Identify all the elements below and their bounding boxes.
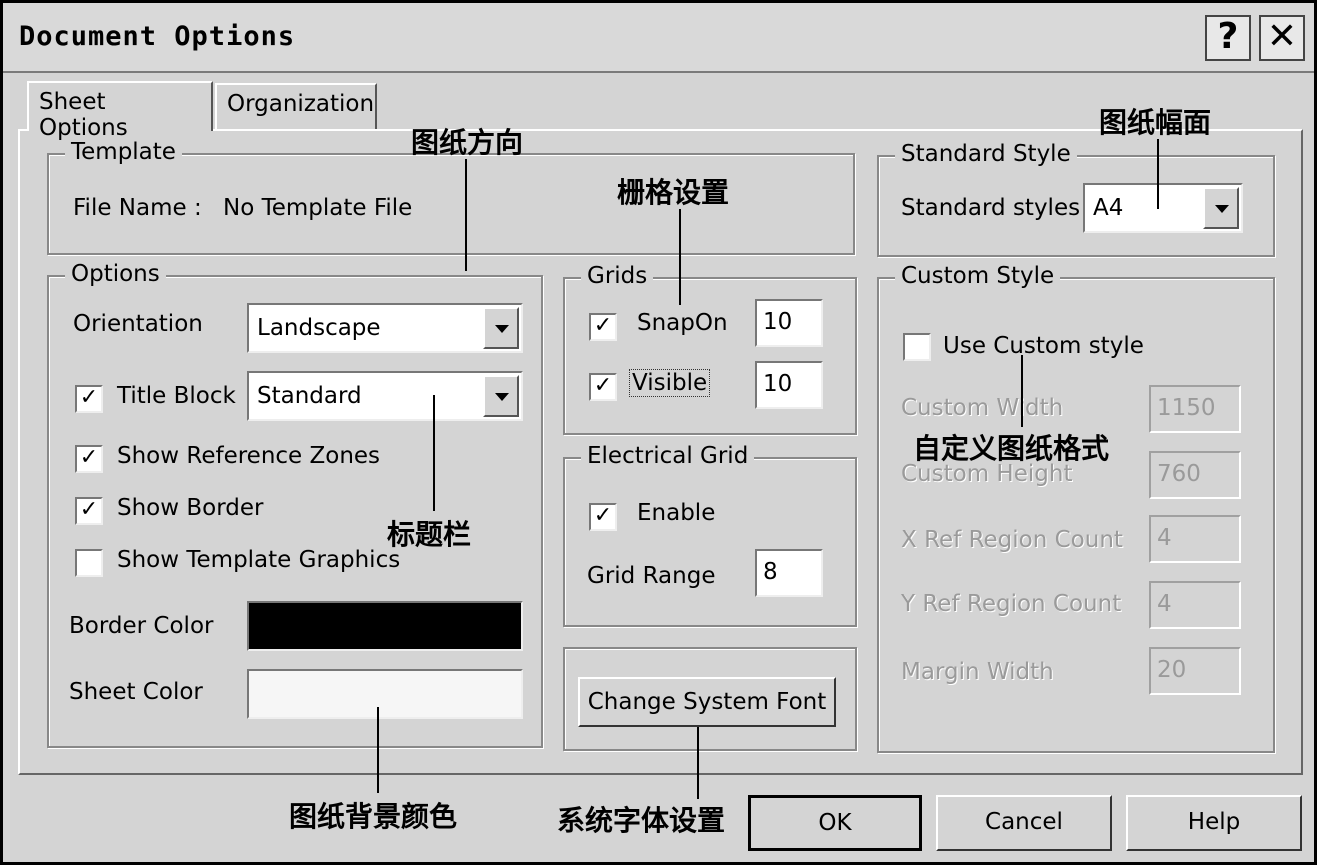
electrical-grid-group-title: Electrical Grid	[581, 443, 755, 469]
annotation-title-block: 标题栏	[387, 518, 472, 551]
annotation-grid-settings: 栅格设置	[617, 176, 730, 209]
custom-width-label: Custom Width	[901, 395, 1064, 421]
orientation-label: Orientation	[73, 311, 203, 337]
document-options-dialog: Document Options ? ✕ Organization Sheet …	[0, 0, 1317, 865]
margin-width-input[interactable]: 20	[1149, 647, 1241, 695]
chevron-down-icon[interactable]	[1203, 187, 1239, 229]
visible-label: Visible	[629, 369, 711, 397]
orientation-select[interactable]: Landscape	[247, 303, 523, 353]
show-template-graphics-label: Show Template Graphics	[117, 547, 401, 573]
standard-style-group-title: Standard Style	[895, 141, 1077, 167]
title-block-value: Standard	[257, 383, 362, 409]
close-icon[interactable]: ✕	[1259, 15, 1305, 61]
change-system-font-button[interactable]: Change System Font	[578, 677, 836, 727]
standard-styles-label: Standard styles	[901, 195, 1081, 221]
show-border-label: Show Border	[117, 495, 264, 521]
snap-on-input[interactable]: 10	[755, 299, 823, 347]
tab-sheet-options[interactable]: Sheet Options	[27, 81, 213, 141]
template-group-title: Template	[65, 139, 182, 165]
annotation-custom-format-line	[1021, 355, 1023, 427]
margin-width-label: Margin Width	[901, 659, 1054, 685]
electrical-grid-group: Electrical Grid	[563, 443, 857, 627]
annotation-custom-format: 自定义图纸格式	[913, 432, 1110, 465]
title-block-select[interactable]: Standard	[247, 371, 523, 421]
annotation-sheet-size: 图纸幅面	[1099, 106, 1212, 139]
border-color-label: Border Color	[69, 613, 214, 639]
use-custom-style-label: Use Custom style	[943, 333, 1144, 359]
grid-range-label: Grid Range	[587, 563, 716, 589]
custom-style-group-title: Custom Style	[895, 263, 1061, 289]
use-custom-style-checkbox[interactable]	[903, 333, 931, 361]
standard-styles-value: A4	[1093, 195, 1124, 221]
sheet-color-swatch[interactable]	[247, 669, 523, 719]
help-icon[interactable]: ?	[1205, 15, 1251, 61]
window-title: Document Options	[19, 21, 296, 52]
help-button[interactable]: Help	[1126, 795, 1302, 851]
border-color-swatch[interactable]	[247, 601, 523, 651]
snap-on-label: SnapOn	[637, 310, 728, 336]
custom-height-input[interactable]: 760	[1149, 451, 1241, 499]
show-border-checkbox[interactable]: ✓	[75, 497, 103, 525]
snap-on-checkbox[interactable]: ✓	[589, 313, 617, 341]
options-group-title: Options	[65, 261, 166, 287]
annotation-sheet-size-line	[1157, 139, 1159, 209]
annotation-sheet-bg-color-line	[377, 707, 379, 793]
visible-input[interactable]: 10	[755, 361, 823, 409]
chevron-down-icon[interactable]	[483, 307, 519, 349]
standard-styles-select[interactable]: A4	[1083, 183, 1243, 233]
cancel-button[interactable]: Cancel	[936, 795, 1112, 851]
enable-checkbox[interactable]: ✓	[589, 503, 617, 531]
tab-organization[interactable]: Organization	[215, 83, 377, 129]
chevron-down-icon[interactable]	[483, 375, 519, 417]
y-ref-region-count-label: Y Ref Region Count	[901, 591, 1122, 617]
ok-button[interactable]: OK	[748, 795, 922, 851]
orientation-value: Landscape	[257, 315, 381, 341]
annotation-orientation: 图纸方向	[411, 126, 524, 159]
title-block-label: Title Block	[117, 383, 236, 409]
file-name-value: No Template File	[223, 195, 413, 221]
sheet-color-label: Sheet Color	[69, 679, 203, 705]
show-reference-zones-checkbox[interactable]: ✓	[75, 445, 103, 473]
annotation-system-font: 系统字体设置	[557, 804, 726, 837]
show-template-graphics-checkbox[interactable]	[75, 549, 103, 577]
y-ref-region-count-input[interactable]: 4	[1149, 581, 1241, 629]
title-bar[interactable]: Document Options ? ✕	[3, 3, 1314, 73]
annotation-system-font-line	[697, 727, 699, 799]
visible-checkbox[interactable]: ✓	[589, 373, 617, 401]
annotation-orientation-line	[465, 159, 467, 271]
title-block-checkbox[interactable]: ✓	[75, 385, 103, 413]
custom-width-input[interactable]: 1150	[1149, 385, 1241, 433]
annotation-title-block-line	[433, 395, 435, 511]
annotation-sheet-bg-color: 图纸背景颜色	[289, 800, 458, 833]
show-reference-zones-label: Show Reference Zones	[117, 443, 381, 469]
x-ref-region-count-input[interactable]: 4	[1149, 515, 1241, 563]
grid-range-input[interactable]: 8	[755, 549, 823, 597]
enable-label: Enable	[637, 500, 716, 526]
x-ref-region-count-label: X Ref Region Count	[901, 527, 1123, 553]
file-name-label: File Name :	[73, 195, 202, 221]
grids-group-title: Grids	[581, 263, 654, 289]
annotation-grid-settings-line	[679, 209, 681, 305]
